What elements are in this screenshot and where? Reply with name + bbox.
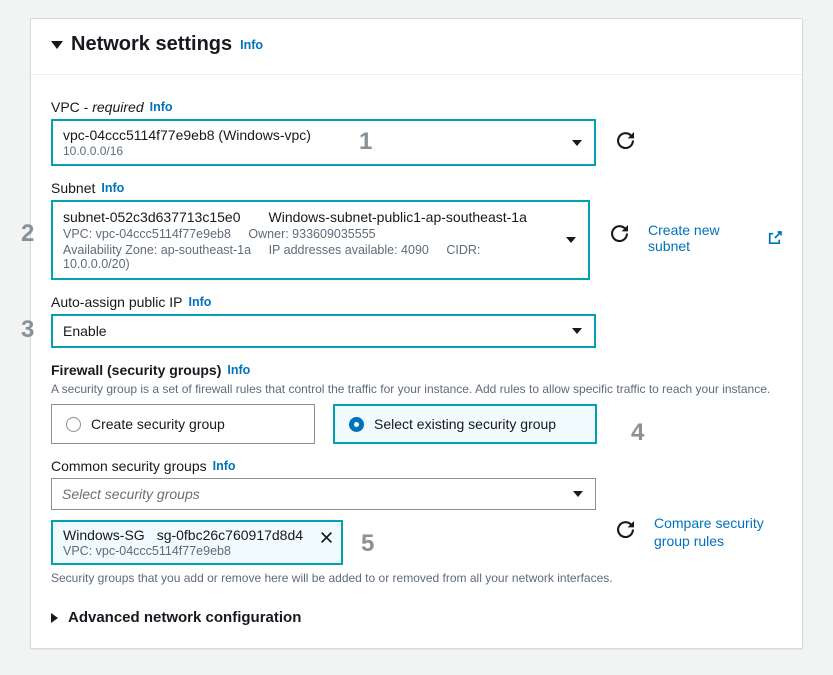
info-link-firewall[interactable]: Info (227, 363, 250, 377)
advanced-network-toggle[interactable]: Advanced network configuration (51, 609, 782, 626)
close-icon (320, 531, 333, 544)
vpc-dropdown[interactable]: vpc-04ccc5114f77e9eb8 (Windows-vpc) 10.0… (51, 119, 596, 166)
subnet-sub-owner: Owner: 933609035555 (248, 227, 375, 241)
vpc-value-main: vpc-04ccc5114f77e9eb8 (Windows-vpc) (63, 127, 564, 143)
sg-token: Windows-SG sg-0fbc26c760917d8d4 VPC: vpc… (51, 520, 343, 565)
annotation-5: 5 (361, 530, 374, 558)
vpc-refresh-button[interactable] (614, 129, 636, 151)
radio-select-sg[interactable]: Select existing security group (333, 404, 597, 444)
sg-token-name: Windows-SG (63, 527, 145, 543)
vpc-value-sub: 10.0.0.0/16 (63, 144, 564, 158)
info-link-subnet[interactable]: Info (101, 181, 124, 195)
annotation-3: 3 (21, 316, 34, 344)
external-link-icon (768, 231, 782, 245)
common-sg-label: Common security groups (51, 458, 207, 474)
refresh-icon (617, 132, 634, 149)
common-sg-field: Common security groups Info Select secur… (51, 458, 782, 585)
firewall-label: Firewall (security groups) (51, 362, 221, 378)
vpc-label: VPC - required (51, 99, 144, 115)
info-link-vpc[interactable]: Info (150, 100, 173, 114)
network-settings-panel: Network settings Info VPC - required Inf… (30, 18, 803, 649)
chevron-down-icon (572, 140, 582, 146)
chevron-down-icon (566, 237, 576, 243)
vpc-field: VPC - required Info vpc-04ccc5114f77e9eb… (51, 99, 782, 166)
radio-create-label: Create security group (91, 416, 225, 432)
autoip-label: Auto-assign public IP (51, 294, 183, 310)
sg-token-id: sg-0fbc26c760917d8d4 (157, 527, 303, 543)
compare-sg-rules-link[interactable]: Compare security group rules (654, 514, 774, 550)
firewall-desc: A security group is a set of firewall ru… (51, 382, 782, 396)
panel-title: Network settings (71, 33, 232, 56)
subnet-dropdown[interactable]: subnet-052c3d637713c15e0 Windows-subnet-… (51, 200, 590, 280)
info-link-common-sg[interactable]: Info (213, 459, 236, 473)
sg-refresh-button[interactable] (614, 518, 636, 540)
subnet-label: Subnet (51, 180, 95, 196)
annotation-2: 2 (21, 220, 34, 248)
subnet-refresh-button[interactable] (608, 222, 630, 244)
radio-icon (66, 417, 81, 432)
caret-down-icon (51, 41, 63, 49)
chevron-down-icon (573, 491, 583, 497)
info-link-header[interactable]: Info (240, 38, 263, 52)
panel-header[interactable]: Network settings Info (31, 19, 802, 75)
sg-helper-text: Security groups that you add or remove h… (51, 571, 782, 585)
radio-select-label: Select existing security group (374, 416, 556, 432)
sg-placeholder: Select security groups (62, 486, 200, 502)
radio-create-sg[interactable]: Create security group (51, 404, 315, 444)
create-subnet-link[interactable]: Create new subnet (648, 222, 782, 254)
refresh-icon (611, 225, 628, 242)
chevron-down-icon (572, 328, 582, 334)
advanced-label: Advanced network configuration (68, 609, 301, 626)
radio-icon (349, 417, 364, 432)
firewall-field: Firewall (security groups) Info A securi… (51, 362, 782, 444)
annotation-4: 4 (631, 419, 644, 447)
sg-token-sub: VPC: vpc-04ccc5114f77e9eb8 (63, 544, 311, 558)
autoip-value: Enable (63, 323, 107, 339)
subnet-id: subnet-052c3d637713c15e0 (63, 209, 241, 225)
sg-dropdown[interactable]: Select security groups (51, 478, 596, 510)
remove-sg-token-button[interactable] (320, 529, 333, 547)
subnet-name: Windows-subnet-public1-ap-southeast-1a (269, 209, 527, 225)
subnet-sub-vpc: VPC: vpc-04ccc5114f77e9eb8 (63, 227, 231, 241)
caret-right-icon (51, 613, 58, 623)
autoip-dropdown[interactable]: Enable (51, 314, 596, 348)
subnet-field: Subnet Info subnet-052c3d637713c15e0 Win… (51, 180, 782, 280)
autoip-field: Auto-assign public IP Info Enable 3 (51, 294, 782, 348)
panel-body: VPC - required Info vpc-04ccc5114f77e9eb… (31, 75, 802, 648)
subnet-sub-az: Availability Zone: ap-southeast-1a (63, 243, 251, 257)
refresh-icon (617, 521, 634, 538)
annotation-1: 1 (359, 128, 372, 156)
subnet-sub-ips: IP addresses available: 4090 (269, 243, 429, 257)
info-link-autoip[interactable]: Info (189, 295, 212, 309)
